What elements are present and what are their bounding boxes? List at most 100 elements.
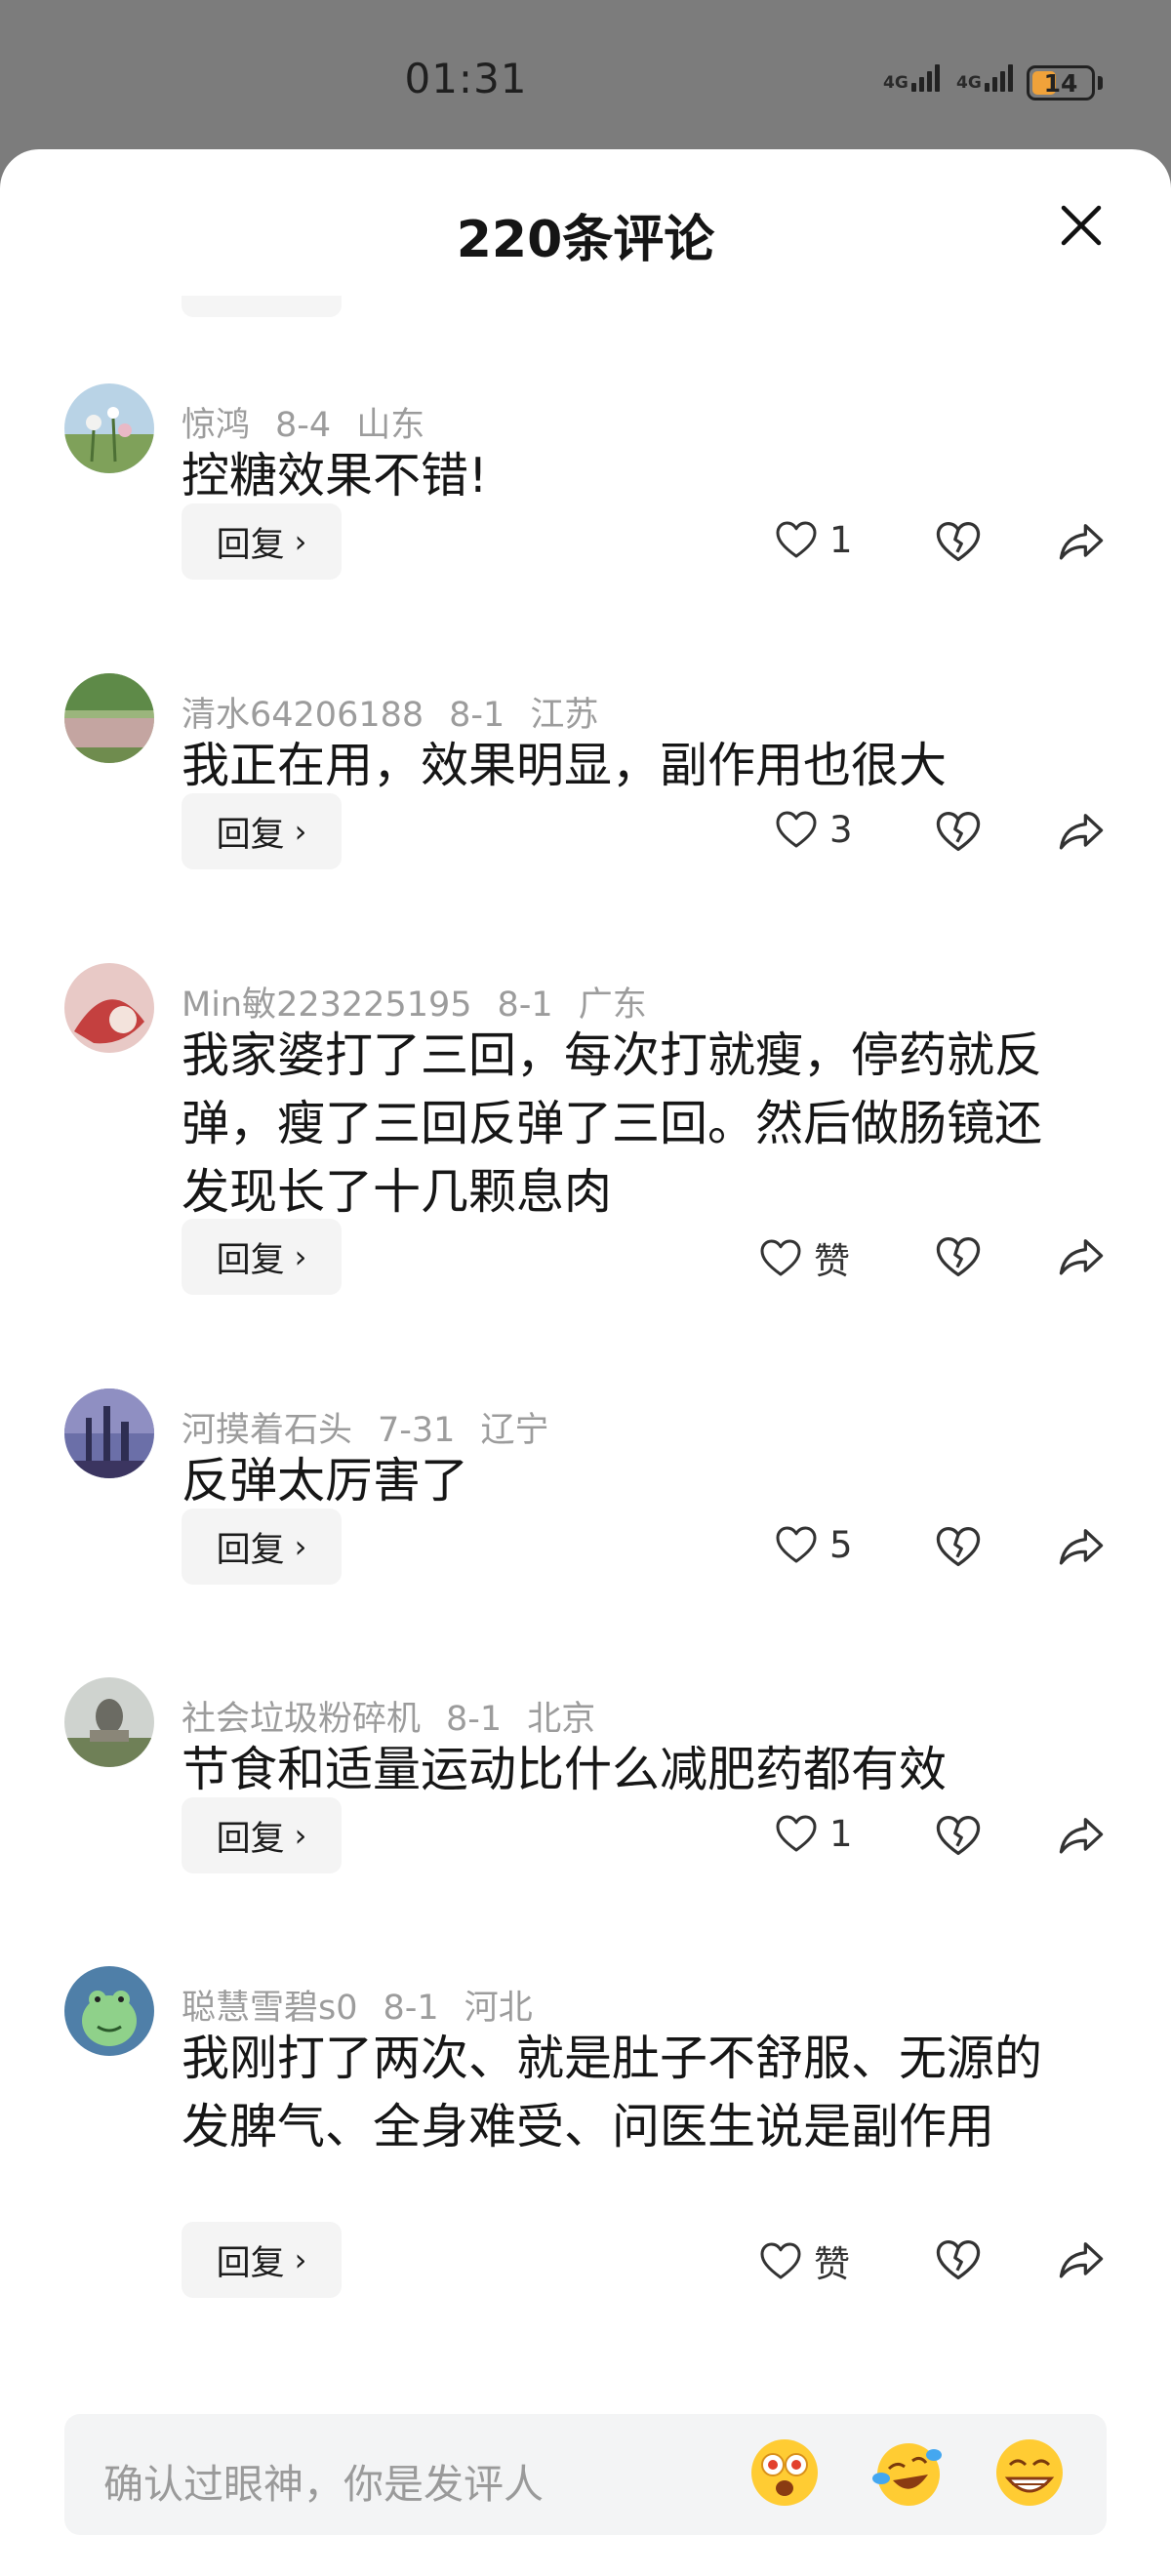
share-button[interactable]	[1056, 806, 1107, 857]
dislike-button[interactable]	[933, 516, 984, 567]
share-button[interactable]	[1056, 1521, 1107, 1572]
dislike-button[interactable]	[933, 1231, 984, 1282]
chevron-right-icon: ›	[294, 1817, 307, 1854]
like-count: 5	[829, 1523, 853, 1566]
like-button[interactable]: 5	[773, 1521, 853, 1568]
network-type-2: 4G	[956, 73, 982, 93]
heart-outline-icon	[776, 1526, 817, 1563]
comment-username[interactable]: 清水64206188	[182, 696, 424, 735]
network-type-1: 4G	[883, 73, 909, 93]
grinning-emoji-icon[interactable]	[992, 2435, 1067, 2510]
comment-text: 我正在用，效果明显，副作用也很大	[182, 738, 948, 793]
broken-heart-icon	[936, 811, 981, 852]
reply-button[interactable]: 回复 ›	[182, 2222, 342, 2298]
comment-text: 控糖效果不错!	[182, 448, 488, 503]
comment-meta: 聪慧雪碧s0 8-1 河北	[182, 1980, 558, 2030]
share-arrow-icon	[1059, 814, 1104, 850]
share-button[interactable]	[1056, 1810, 1107, 1861]
reply-button[interactable]: 回复 ›	[182, 793, 342, 869]
comment-date: 8-1	[446, 1700, 503, 1739]
comment-date: 8-1	[383, 1989, 439, 2028]
chevron-right-icon: ›	[294, 813, 307, 850]
comment-username[interactable]: Min敏223225195	[182, 986, 472, 1025]
battery-icon: 14	[1027, 65, 1095, 101]
battery-percent: 14	[1043, 69, 1078, 98]
share-arrow-icon	[1059, 1818, 1104, 1854]
dislike-button[interactable]	[933, 2234, 984, 2285]
like-button[interactable]: 赞	[757, 2234, 850, 2287]
dislike-button[interactable]	[933, 1810, 984, 1861]
avatar-frog-image	[64, 1966, 154, 2056]
like-button[interactable]: 1	[773, 1810, 853, 1857]
comment-input-bar[interactable]: 确认过眼神，你是发评人	[64, 2414, 1107, 2535]
broken-heart-icon	[936, 2239, 981, 2280]
reply-label: 回复	[216, 1819, 285, 1859]
reply-button[interactable]: 回复 ›	[182, 1509, 342, 1585]
dislike-button[interactable]	[933, 1521, 984, 1572]
like-label: 赞	[814, 2243, 850, 2285]
reply-label: 回复	[216, 1240, 285, 1280]
dislike-button[interactable]	[933, 806, 984, 857]
broken-heart-icon	[936, 521, 981, 562]
crying-laughing-emoji-icon[interactable]	[869, 2435, 944, 2510]
broken-heart-icon	[936, 1526, 981, 1567]
comment-meta: 社会垃圾粉碎机 8-1 北京	[182, 1691, 621, 1741]
signal-2-icon: 4G	[956, 64, 1013, 92]
heart-outline-icon	[760, 2242, 801, 2279]
avatar[interactable]	[64, 1966, 154, 2056]
comment-text: 反弹太厉害了	[182, 1453, 469, 1509]
comment-meta: 河摸着石头 7-31 辽宁	[182, 1402, 574, 1452]
comment-input-placeholder[interactable]: 确认过眼神，你是发评人	[103, 2451, 544, 2510]
broken-heart-icon	[936, 1815, 981, 1856]
like-button[interactable]: 1	[773, 516, 853, 563]
comment-location: 广东	[578, 986, 647, 1025]
share-button[interactable]	[1056, 516, 1107, 567]
avatar[interactable]	[64, 383, 154, 473]
chevron-right-icon: ›	[294, 523, 307, 560]
heart-outline-icon	[776, 521, 817, 558]
like-label: 赞	[814, 1240, 850, 1282]
battery-cap	[1098, 76, 1103, 90]
like-count: 1	[829, 1812, 853, 1855]
comment-username[interactable]: 河摸着石头	[182, 1411, 352, 1450]
avatar-city-skyline-image	[64, 1389, 154, 1478]
avatar[interactable]	[64, 1677, 154, 1767]
avatar[interactable]	[64, 673, 154, 763]
share-button[interactable]	[1056, 2234, 1107, 2285]
avatar[interactable]	[64, 1389, 154, 1478]
comment-meta: Min敏223225195 8-1 广东	[182, 977, 672, 1026]
like-button[interactable]: 3	[773, 806, 853, 853]
comment-date: 7-31	[378, 1411, 456, 1450]
comment-username[interactable]: 惊鸿	[182, 406, 250, 445]
comment-username[interactable]: 社会垃圾粉碎机	[182, 1700, 421, 1739]
star-eyes-emoji-icon[interactable]	[747, 2435, 822, 2510]
reply-label: 回复	[216, 525, 285, 565]
comment-username[interactable]: 聪慧雪碧s0	[182, 1989, 358, 2028]
reply-button[interactable]: 回复 ›	[182, 1797, 342, 1873]
avatar[interactable]	[64, 963, 154, 1053]
like-count: 3	[829, 808, 853, 851]
share-arrow-icon	[1059, 1239, 1104, 1275]
reply-button[interactable]: 回复 ›	[182, 1219, 342, 1295]
comment-text: 我家婆打了三回，每次打就瘦，停药就反弹，瘦了三回反弹了三回。然后做肠镜还发现长了…	[182, 1027, 1043, 1220]
comment-date: 8-4	[275, 406, 332, 445]
comment-count-title: 220条评论	[456, 211, 715, 269]
avatar-pink-image	[64, 963, 154, 1053]
previous-reply-button-stub[interactable]	[182, 296, 342, 317]
comment-date: 8-1	[497, 986, 553, 1025]
status-bar: 01:31 4G 4G 14	[0, 0, 1171, 156]
share-arrow-icon	[1059, 1529, 1104, 1565]
close-button[interactable]	[1056, 200, 1107, 251]
like-count: 1	[829, 518, 853, 561]
reply-label: 回复	[216, 2243, 285, 2283]
signal-1-icon: 4G	[883, 64, 940, 92]
like-button[interactable]: 赞	[757, 1231, 850, 1284]
broken-heart-icon	[936, 1236, 981, 1277]
avatar-statue-image	[64, 1677, 154, 1767]
reply-button[interactable]: 回复 ›	[182, 503, 342, 580]
comment-sheet: 220条评论 惊鸿 8-4 山东 控糖效果不错! 回复 › 1 清水642061…	[0, 149, 1171, 2576]
share-arrow-icon	[1059, 2242, 1104, 2278]
heart-outline-icon	[760, 1239, 801, 1276]
share-button[interactable]	[1056, 1231, 1107, 1282]
reply-label: 回复	[216, 815, 285, 855]
